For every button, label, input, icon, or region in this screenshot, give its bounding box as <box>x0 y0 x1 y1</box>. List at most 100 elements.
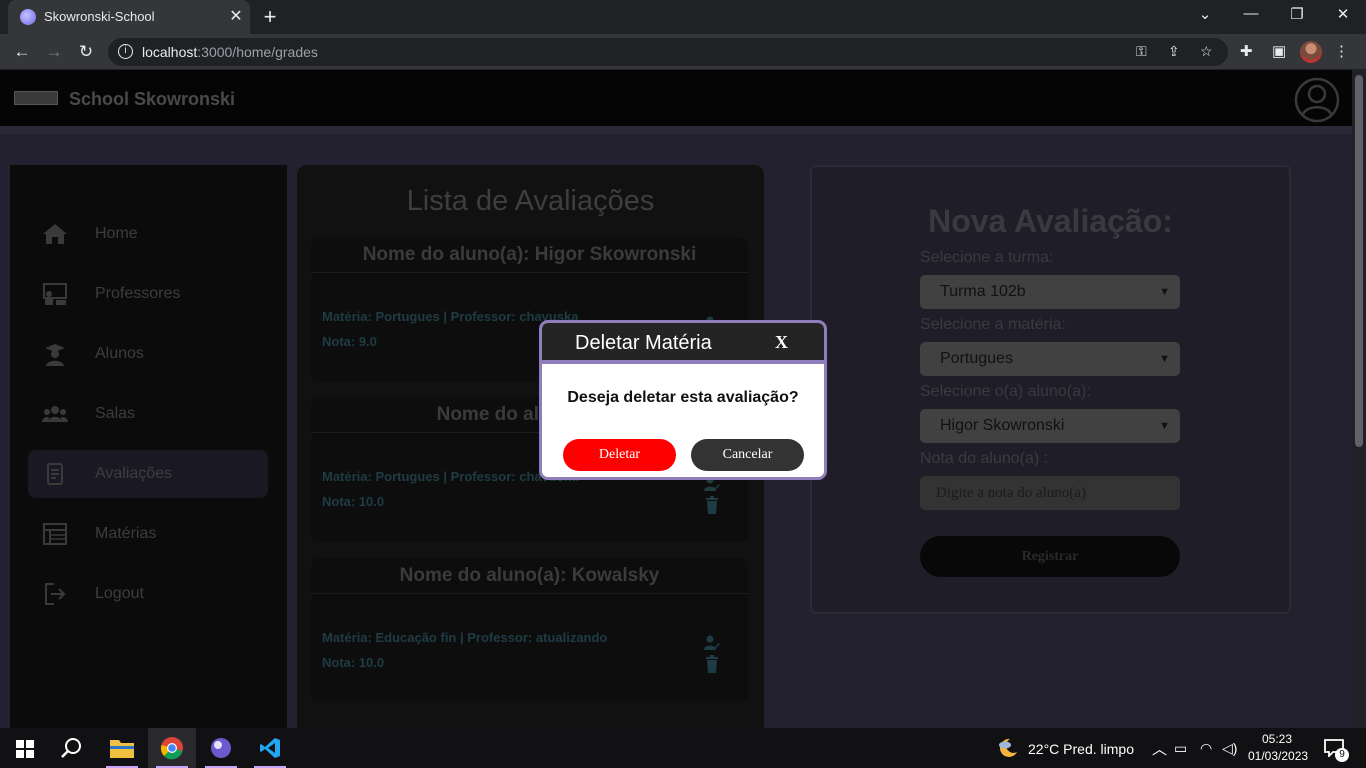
maximize-button[interactable]: ❐ <box>1274 5 1320 23</box>
star-icon[interactable]: ☆ <box>1200 43 1213 60</box>
grade-value: Nota: 10.0 <box>322 655 385 670</box>
modal-close-button[interactable]: X <box>775 332 788 353</box>
chevron-down-icon: ▼ <box>1159 420 1170 432</box>
new-tab-button[interactable]: + <box>258 4 282 30</box>
sidebar-item-label: Professores <box>95 285 181 302</box>
grade-value: Nota: 9.0 <box>322 334 377 349</box>
vscode-app[interactable] <box>246 728 294 768</box>
battery-icon[interactable]: ▭ <box>1174 740 1187 757</box>
trash-icon[interactable] <box>704 655 720 673</box>
user-account-icon[interactable] <box>1294 77 1340 123</box>
subject-select[interactable]: Portugues ▼ <box>920 342 1180 376</box>
modal-message: Deseja deletar esta avaliação? <box>567 389 799 406</box>
volume-icon[interactable]: ◁) <box>1222 740 1237 757</box>
windows-taskbar: 22°C Pred. limpo ︿ ▭ ◠ ◁) 05:23 01/03/20… <box>0 728 1366 768</box>
table-icon <box>43 523 67 545</box>
grade-input[interactable]: Digite a nota do aluno(a) <box>920 476 1180 510</box>
logout-icon <box>45 583 66 605</box>
sidebar-item-label: Home <box>95 225 138 242</box>
minimize-button[interactable]: — <box>1228 5 1274 22</box>
sidebar-item-home[interactable]: Home <box>28 210 268 258</box>
profile-avatar[interactable] <box>1300 41 1322 63</box>
tab-search-icon[interactable]: ⌄ <box>1182 5 1228 23</box>
home-icon <box>43 224 67 244</box>
sidebar-item-salas[interactable]: Salas <box>28 390 268 438</box>
search-icon[interactable] <box>61 737 83 759</box>
address-bar[interactable]: i localhost:3000/home/grades ⚿ ⇪ ☆ <box>108 38 1228 66</box>
sidebar-item-alunos[interactable]: Alunos <box>28 330 268 378</box>
chrome-app[interactable] <box>148 728 196 768</box>
share-icon[interactable]: ⇪ <box>1168 43 1180 60</box>
file-explorer-app[interactable] <box>98 728 146 768</box>
system-clock[interactable]: 05:23 01/03/2023 <box>1248 731 1309 765</box>
menu-icon[interactable]: ⋮ <box>1334 42 1349 60</box>
grades-list-title: Lista de Avaliações <box>406 185 655 217</box>
sidebar-item-avaliacoes[interactable]: Avaliações <box>28 450 268 498</box>
clock-time: 05:23 <box>1261 732 1293 746</box>
class-select-value: Turma 102b <box>940 283 1026 300</box>
browser-toolbar: ← → ↻ i localhost:3000/home/grades ⚿ ⇪ ☆… <box>0 34 1366 70</box>
trash-icon[interactable] <box>704 496 720 514</box>
wifi-icon[interactable]: ◠ <box>1200 740 1212 757</box>
side-panel-icon[interactable]: ▣ <box>1272 42 1286 60</box>
app-header: School Skowronski <box>0 70 1352 126</box>
weather-text[interactable]: 22°C Pred. limpo <box>1028 741 1134 757</box>
folder-icon <box>110 740 134 758</box>
scrollbar-thumb[interactable] <box>1355 75 1363 447</box>
register-button[interactable]: Registrar <box>920 536 1180 577</box>
windows-start-icon[interactable] <box>16 740 34 758</box>
extensions-icon[interactable]: ✚ <box>1240 42 1253 60</box>
browser-tab[interactable]: Skowronski-School ✕ <box>8 0 250 34</box>
users-icon <box>42 406 68 422</box>
weather-icon[interactable] <box>996 736 1020 760</box>
new-grade-form: Nova Avaliação: Selecione a turma: Turma… <box>810 165 1291 614</box>
delete-button[interactable]: Deletar <box>563 439 676 471</box>
grade-card: Nome do aluno(a): Kowalsky Matéria: Educ… <box>311 558 748 703</box>
modal-title: Deletar Matéria <box>575 332 712 354</box>
site-info-icon[interactable]: i <box>118 44 133 59</box>
grade-value: Nota: 10.0 <box>322 494 385 509</box>
chevron-up-icon[interactable]: ︿ <box>1152 738 1167 759</box>
delete-modal: Deletar Matéria X Deseja deletar esta av… <box>539 320 827 480</box>
cancel-button[interactable]: Cancelar <box>691 439 804 471</box>
class-select[interactable]: Turma 102b ▼ <box>920 275 1180 309</box>
subject-teacher: Matéria: Portugues | Professor: chavuska <box>322 309 579 324</box>
student-select-value: Higor Skowronski <box>940 417 1065 434</box>
teacher-icon <box>43 283 67 305</box>
chrome-icon <box>160 737 183 760</box>
reload-icon[interactable]: ↻ <box>74 40 98 64</box>
modal-header: Deletar Matéria X <box>542 323 824 364</box>
back-icon[interactable]: ← <box>10 40 34 64</box>
subject-teacher: Matéria: Educação fin | Professor: atual… <box>322 630 608 645</box>
subject-label: Selecione a matéria: <box>920 316 1066 333</box>
sidebar-item-label: Logout <box>95 585 144 602</box>
forward-icon[interactable]: → <box>42 40 66 64</box>
chevron-down-icon: ▼ <box>1159 286 1170 298</box>
sidebar-item-professores[interactable]: Professores <box>28 270 268 318</box>
clock-date: 01/03/2023 <box>1248 749 1309 763</box>
url-text: localhost:3000/home/grades <box>142 44 318 60</box>
sidebar-item-label: Alunos <box>95 345 144 362</box>
app-purple[interactable] <box>197 728 245 768</box>
sidebar: Home Professores Alunos Salas Avaliações… <box>10 165 287 728</box>
favicon-icon <box>20 9 36 25</box>
sidebar-item-logout[interactable]: Logout <box>28 570 268 618</box>
class-label: Selecione a turma: <box>920 249 1054 266</box>
tab-close-icon[interactable]: ✕ <box>226 6 246 26</box>
notification-badge: 9 <box>1335 748 1349 762</box>
student-icon <box>45 344 65 366</box>
sidebar-item-label: Salas <box>95 405 136 422</box>
sidebar-item-materias[interactable]: Matérias <box>28 510 268 558</box>
key-icon[interactable]: ⚿ <box>1136 43 1147 60</box>
tab-title: Skowronski-School <box>44 9 155 24</box>
chevron-down-icon: ▼ <box>1159 353 1170 365</box>
subject-select-value: Portugues <box>940 350 1013 367</box>
vscode-icon <box>260 738 280 758</box>
sidebar-item-label: Avaliações <box>95 465 173 482</box>
student-name: Nome do aluno(a): Kowalsky <box>311 558 748 594</box>
close-window-button[interactable]: ✕ <box>1320 5 1366 23</box>
student-label: Selecione o(a) aluno(a): <box>920 383 1091 400</box>
student-select[interactable]: Higor Skowronski ▼ <box>920 409 1180 443</box>
browser-tabstrip: Skowronski-School ✕ + ⌄ — ❐ ✕ <box>0 0 1366 34</box>
edit-user-icon[interactable] <box>704 634 720 652</box>
